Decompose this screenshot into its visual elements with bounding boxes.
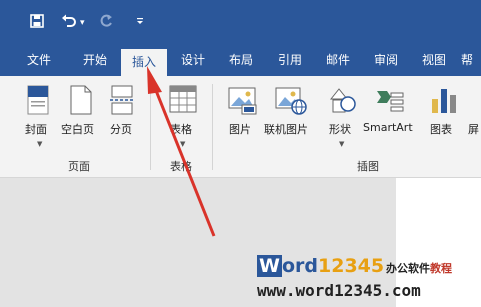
group-divider xyxy=(212,84,213,170)
watermark: Word12345 办公软件教程 www.word12345.com xyxy=(253,255,481,307)
page-break-button[interactable]: 分页 xyxy=(110,121,132,137)
tab-layout[interactable]: 布局 xyxy=(218,45,264,76)
cover-page-button[interactable]: 封面 xyxy=(25,121,47,137)
shapes-dropdown-icon[interactable]: ▼ xyxy=(339,140,344,148)
tables-group-label: 表格 xyxy=(170,160,192,173)
customize-quick-access-icon[interactable] xyxy=(136,17,144,28)
watermark-brand: Word12345 xyxy=(257,255,385,277)
tab-insert[interactable]: 插入 xyxy=(121,49,167,76)
tab-references[interactable]: 引用 xyxy=(267,45,313,76)
pages-group-label: 页面 xyxy=(68,160,90,173)
online-pictures-button[interactable]: 联机图片 xyxy=(264,121,308,137)
pictures-button[interactable]: 图片 xyxy=(229,121,251,137)
chart-button[interactable]: 图表 xyxy=(430,121,452,137)
shapes-button[interactable]: 形状 xyxy=(329,121,351,137)
page-break-icon xyxy=(110,85,134,119)
watermark-url: www.word12345.com xyxy=(257,281,421,300)
undo-dropdown-icon[interactable]: ▾ xyxy=(80,18,85,28)
screenshot-button[interactable]: 屏 xyxy=(468,121,479,137)
blank-page-button[interactable]: 空白页 xyxy=(61,121,94,137)
ribbon-tabs: 文件 开始 插入 设计 布局 引用 邮件 审阅 视图 帮 xyxy=(0,45,481,76)
undo-icon[interactable] xyxy=(61,14,77,31)
tab-design[interactable]: 设计 xyxy=(170,45,216,76)
table-dropdown-icon[interactable]: ▼ xyxy=(180,140,185,148)
table-button[interactable]: 表格 xyxy=(170,121,192,137)
tab-view[interactable]: 视图 xyxy=(411,45,457,76)
save-icon[interactable] xyxy=(30,14,44,31)
title-bar: ▾ xyxy=(0,0,481,45)
tab-mailings[interactable]: 邮件 xyxy=(315,45,361,76)
group-divider xyxy=(150,84,151,170)
tab-home[interactable]: 开始 xyxy=(72,45,118,76)
ribbon-insert: 封面 ▼ 空白页 分页 页面 表格 ▼ 表格 图片 联机图片 形状 ▼ Smar… xyxy=(0,76,481,178)
pictures-icon xyxy=(228,85,258,119)
tab-help[interactable]: 帮 xyxy=(461,45,481,76)
chart-icon xyxy=(430,85,458,119)
shapes-icon xyxy=(327,85,357,119)
blank-page-icon xyxy=(70,85,92,119)
smartart-button[interactable]: SmartArt xyxy=(363,121,413,134)
cover-page-dropdown-icon[interactable]: ▼ xyxy=(37,140,42,148)
redo-icon xyxy=(99,14,113,31)
tab-review[interactable]: 审阅 xyxy=(363,45,409,76)
tab-file[interactable]: 文件 xyxy=(16,45,62,76)
table-icon xyxy=(169,85,197,117)
smartart-icon xyxy=(375,85,405,119)
watermark-subtitle: 办公软件教程 xyxy=(386,262,452,275)
cover-page-icon xyxy=(27,85,49,119)
illustrations-group-label: 插图 xyxy=(357,160,379,173)
online-pictures-icon xyxy=(275,85,307,119)
